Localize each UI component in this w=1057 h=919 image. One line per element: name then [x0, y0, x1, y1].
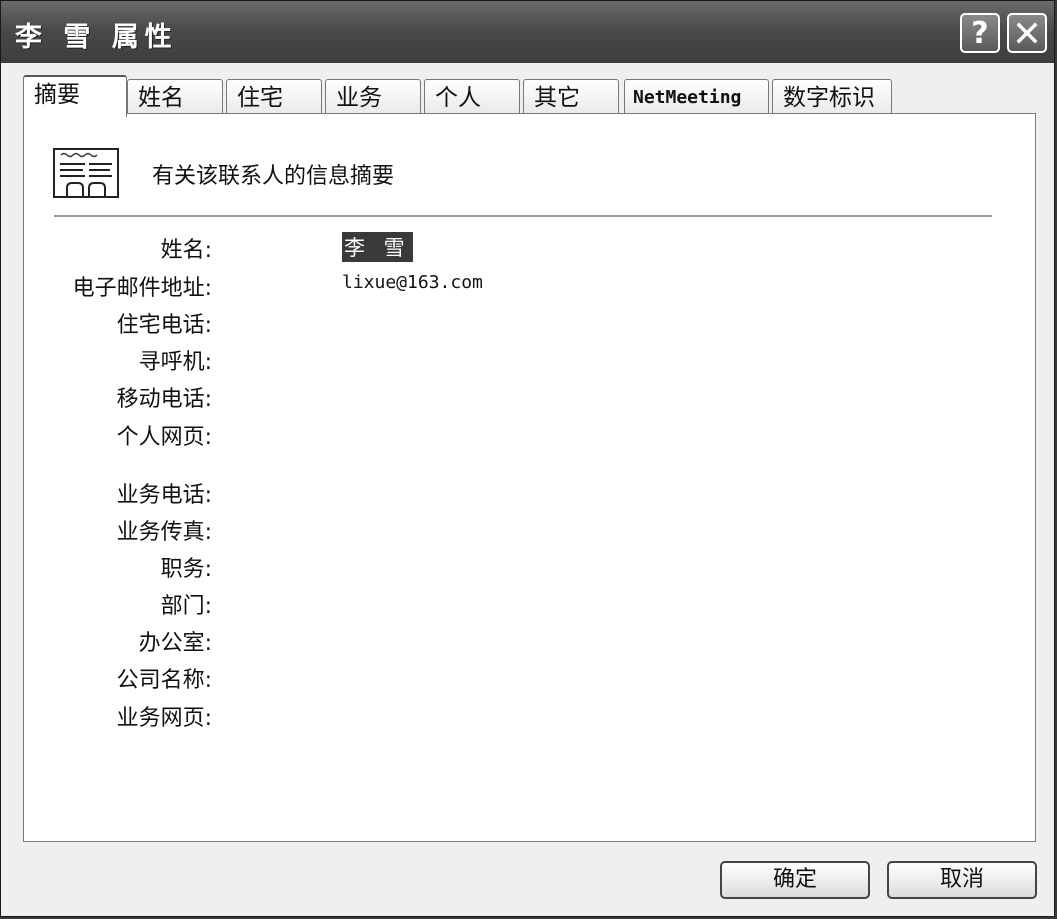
- field-row-business-fax: 业务传真:: [24, 514, 924, 545]
- close-icon: [1016, 22, 1038, 44]
- panel-description: 有关该联系人的信息摘要: [152, 164, 395, 189]
- ok-button[interactable]: 确定: [720, 861, 870, 899]
- field-row-personal-web: 个人网页:: [24, 419, 924, 450]
- field-label: 移动电话:: [116, 387, 212, 412]
- field-label: 公司名称:: [116, 668, 212, 693]
- tab-digital-id[interactable]: 数字标识: [772, 79, 892, 116]
- field-value-name[interactable]: 李 雪: [342, 232, 413, 262]
- field-row-business-web: 业务网页:: [24, 700, 924, 731]
- tab-strip: 摘要 姓名 住宅 业务 个人 其它 NetMeeting 数字标识: [23, 75, 903, 117]
- properties-dialog: 李 雪 属性 ? 摘要 姓名 住宅 业务 个人 其它 NetMeeting 数字…: [0, 0, 1055, 917]
- field-label: 办公室:: [138, 631, 212, 656]
- tab-summary[interactable]: 摘要: [23, 75, 127, 117]
- field-label: 住宅电话:: [116, 313, 212, 338]
- field-row-pager: 寻呼机:: [24, 344, 924, 375]
- tab-other[interactable]: 其它: [523, 79, 619, 116]
- field-row-email: 电子邮件地址: lixue@163.com: [24, 270, 924, 301]
- field-label: 部门:: [160, 594, 212, 619]
- field-row-office: 办公室:: [24, 625, 924, 656]
- field-label: 寻呼机:: [138, 350, 212, 375]
- field-label: 业务网页:: [116, 706, 212, 731]
- field-row-mobile-phone: 移动电话:: [24, 381, 924, 412]
- field-label: 电子邮件地址:: [72, 276, 212, 301]
- field-label: 业务传真:: [116, 520, 212, 545]
- close-button[interactable]: [1007, 13, 1047, 53]
- field-row-company: 公司名称:: [24, 662, 924, 693]
- field-row-business-phone: 业务电话:: [24, 477, 924, 508]
- field-label: 个人网页:: [116, 425, 212, 450]
- help-icon: ?: [971, 15, 989, 51]
- window-title: 李 雪 属性: [15, 22, 178, 53]
- field-value-email[interactable]: lixue@163.com: [342, 272, 483, 293]
- tab-netmeeting[interactable]: NetMeeting: [624, 79, 769, 116]
- field-row-job-title: 职务:: [24, 551, 924, 582]
- field-label: 姓名:: [160, 238, 212, 263]
- tab-business[interactable]: 业务: [325, 79, 421, 116]
- field-row-department: 部门:: [24, 588, 924, 619]
- help-button[interactable]: ?: [960, 13, 1000, 53]
- contact-card-icon: [53, 148, 119, 198]
- title-bar[interactable]: 李 雪 属性 ?: [1, 1, 1054, 63]
- field-label: 业务电话:: [116, 483, 212, 508]
- summary-panel: 有关该联系人的信息摘要 姓名: 李 雪 电子邮件地址: lixue@163.co…: [23, 113, 1036, 842]
- tab-home[interactable]: 住宅: [226, 79, 322, 116]
- field-row-home-phone: 住宅电话:: [24, 307, 924, 338]
- tab-personal[interactable]: 个人: [424, 79, 520, 116]
- cancel-button[interactable]: 取消: [887, 861, 1037, 899]
- separator: [54, 215, 992, 217]
- field-row-name: 姓名: 李 雪: [24, 232, 924, 263]
- field-label: 职务:: [160, 557, 212, 582]
- tab-name[interactable]: 姓名: [127, 79, 223, 116]
